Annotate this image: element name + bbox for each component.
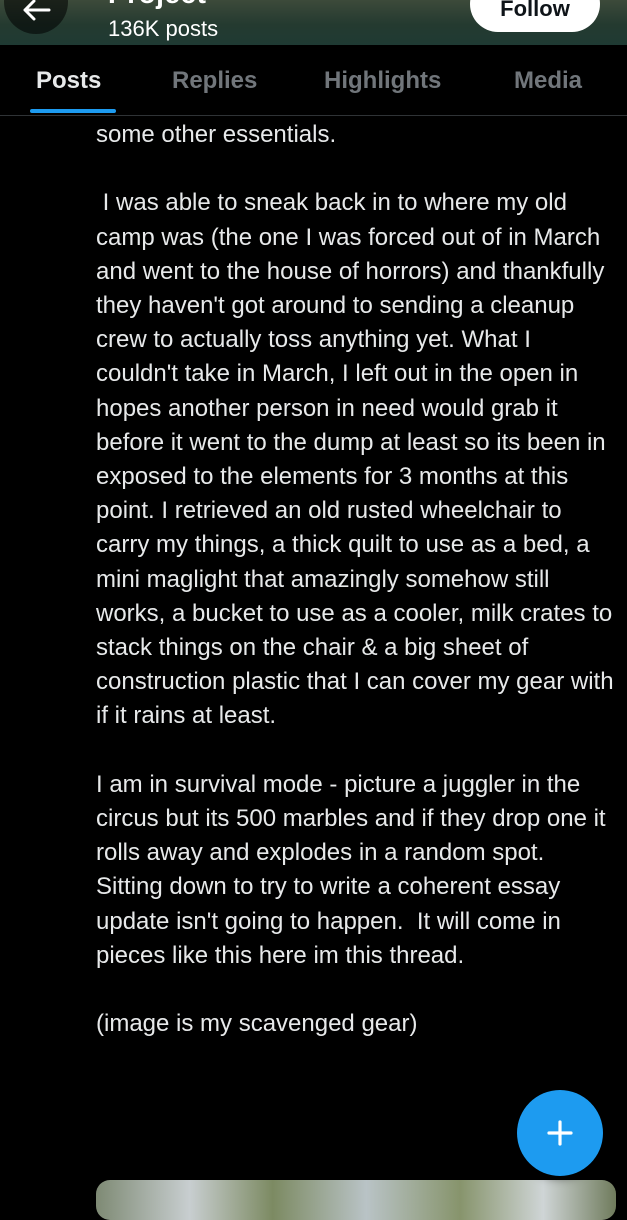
post-paragraph: some other essentials. (96, 121, 337, 148)
post-count: 136K posts (108, 16, 219, 41)
compose-button[interactable] (517, 1090, 603, 1176)
plus-icon (547, 1120, 573, 1146)
post-body: some other essentials. I was able to sne… (96, 118, 616, 1041)
post-image[interactable] (96, 1180, 616, 1220)
profile-header: Project 136K posts Follow (0, 0, 627, 45)
tab-media[interactable]: Media (514, 67, 582, 95)
profile-name: Project (108, 0, 206, 10)
post-paragraph: I am in survival mode - picture a juggle… (96, 770, 613, 969)
arrow-left-icon (23, 0, 51, 21)
post-paragraph: I was able to sneak back in to where my … (96, 189, 621, 730)
back-button[interactable] (4, 0, 68, 34)
tab-highlights[interactable]: Highlights (324, 67, 441, 95)
post-paragraph: (image is my scavenged gear) (96, 1010, 418, 1038)
profile-tabs: Posts Replies Highlights Media (0, 45, 627, 116)
follow-button[interactable]: Follow (470, 0, 600, 32)
tab-replies[interactable]: Replies (172, 67, 257, 95)
active-tab-indicator (30, 109, 116, 113)
tab-posts[interactable]: Posts (36, 67, 101, 95)
